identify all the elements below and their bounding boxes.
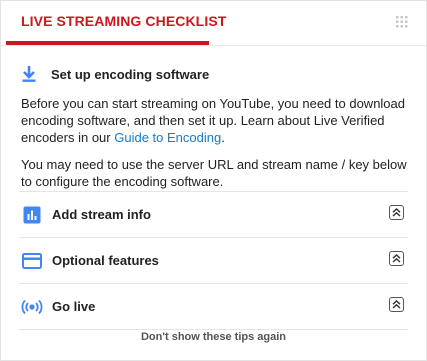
checklist-steps: Add stream info Optional features Go liv… <box>1 191 426 330</box>
checklist-row-label: Optional features <box>52 253 159 268</box>
guide-to-encoding-link[interactable]: Guide to Encoding <box>114 130 221 145</box>
checklist-row-go-live[interactable]: Go live <box>19 283 408 330</box>
drag-grip-icon[interactable] <box>395 15 409 29</box>
encoding-step-title: Set up encoding software <box>51 66 210 82</box>
checklist-row-label: Add stream info <box>52 207 151 222</box>
encoding-step-heading: Set up encoding software <box>21 61 411 87</box>
credit-card-icon <box>21 250 43 272</box>
download-icon <box>21 63 43 85</box>
expand-double-chevron-icon[interactable] <box>389 297 404 312</box>
encoding-description-end: . <box>221 130 225 145</box>
active-tab-underline <box>6 41 209 45</box>
server-url-note: You may need to use the server URL and s… <box>21 157 407 189</box>
checklist-row-optional-features[interactable]: Optional features <box>19 237 408 283</box>
checklist-title: LIVE STREAMING CHECKLIST <box>21 13 227 29</box>
checklist-row-add-stream-info[interactable]: Add stream info <box>19 191 408 237</box>
expand-double-chevron-icon[interactable] <box>389 251 404 266</box>
bar-chart-icon <box>21 204 43 226</box>
encoding-description: Before you can start streaming on YouTub… <box>21 95 411 146</box>
checklist-row-label: Go live <box>52 299 96 314</box>
dont-show-tips-link[interactable]: Don't show these tips again <box>1 331 426 343</box>
checklist-header: LIVE STREAMING CHECKLIST <box>1 1 426 46</box>
broadcast-icon <box>21 296 43 318</box>
live-streaming-checklist-card: LIVE STREAMING CHECKLIST Set up encoding… <box>0 0 427 361</box>
expand-double-chevron-icon[interactable] <box>389 205 404 220</box>
encoding-section: Set up encoding software Before you can … <box>21 61 411 190</box>
